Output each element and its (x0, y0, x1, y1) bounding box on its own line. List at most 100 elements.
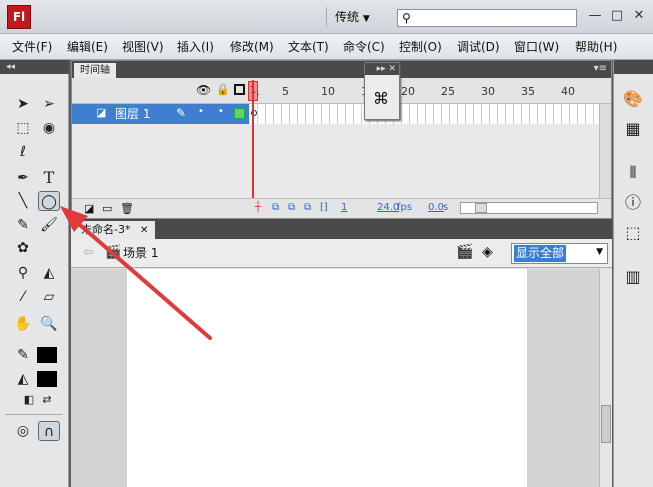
current-frame-value[interactable]: 1 (341, 202, 347, 213)
time-unit: s (443, 202, 449, 213)
stage-canvas[interactable] (127, 269, 527, 487)
minimize-button[interactable]: — (586, 7, 604, 25)
maximize-button[interactable]: □ (608, 7, 626, 25)
brush-tool-icon[interactable]: 🖌 (38, 215, 60, 235)
stage-area[interactable] (71, 269, 599, 487)
workspace-switcher[interactable]: 传统 ▼ (326, 7, 386, 27)
visibility-dot[interactable]: • (198, 106, 204, 117)
menu-help[interactable]: 帮助(H) (575, 34, 617, 60)
paint-bucket-tool-icon[interactable]: ◭ (38, 263, 60, 283)
edit-multiple-icon[interactable]: ⧉ (304, 202, 311, 213)
right-panel-strip: 🎨 ▦ ⫴ ⓘ ⬚ ▥ (613, 60, 653, 487)
back-arrow-icon[interactable]: ⇦ (83, 245, 94, 260)
search-input[interactable]: ⚲ (397, 9, 577, 27)
transform-icon[interactable]: ⬚ (621, 222, 645, 244)
document-tab-bar: 未命名-3* ✕ (71, 219, 612, 239)
menu-view[interactable]: 视图(V) (122, 34, 164, 60)
lock-dot[interactable]: • (218, 106, 224, 117)
tab-timeline[interactable]: 时间轴 (74, 63, 116, 78)
floating-panel-header[interactable]: ▸▸ ✕ (365, 63, 399, 75)
zoom-tool-icon[interactable]: 🔍 (38, 314, 60, 334)
tools-panel-header[interactable]: ◂◂ (0, 60, 69, 74)
onion-markers-icon[interactable]: ⁅⁆ (320, 202, 328, 213)
scroll-thumb[interactable] (475, 203, 487, 213)
onion-outline-icon[interactable]: ⧉ (288, 202, 295, 213)
onion-skin-icon[interactable]: ⧉ (272, 202, 279, 213)
menu-control[interactable]: 控制(O) (399, 34, 442, 60)
lasso-tool-icon[interactable]: ℓ (12, 142, 34, 162)
tools-divider (5, 414, 63, 415)
center-frame-icon[interactable]: ┼ (255, 202, 261, 213)
outline-icon[interactable] (234, 84, 245, 95)
menu-debug[interactable]: 调试(D) (457, 34, 500, 60)
fps-value[interactable]: 24.0 (377, 202, 399, 213)
menu-edit[interactable]: 编辑(E) (67, 34, 108, 60)
library-icon[interactable]: ▥ (621, 266, 645, 288)
new-layer-icon[interactable]: ◪ (84, 202, 94, 215)
frame-cells[interactable] (250, 104, 600, 124)
object-drawing-icon[interactable]: ◎ (12, 421, 34, 441)
pencil-icon: ✎ (176, 106, 187, 120)
frame-number: 40 (561, 85, 575, 98)
free-transform-tool-icon[interactable]: ⬚ (12, 118, 34, 138)
right-panel-header[interactable] (614, 60, 653, 74)
document-tab[interactable]: 未命名-3* ✕ (71, 221, 155, 239)
eye-icon[interactable]: 👁 (196, 83, 211, 97)
scroll-thumb[interactable] (601, 405, 611, 443)
menu-modify[interactable]: 修改(M) (230, 34, 274, 60)
lock-icon[interactable]: 🔒 (216, 83, 230, 96)
color-palette-icon[interactable]: 🎨 (621, 88, 645, 110)
3d-rotation-tool-icon[interactable]: ◉ (38, 118, 60, 138)
delete-icon[interactable]: 🗑 (120, 202, 134, 215)
snap-to-objects-icon[interactable]: ∩ (38, 421, 60, 441)
panel-menu-icon[interactable]: ▾≡ (594, 63, 607, 74)
align-icon[interactable]: ⫴ (621, 162, 645, 184)
time-value[interactable]: 0.0 (428, 202, 444, 213)
timeline-tab-bar: 时间轴 ▾≡ (72, 61, 611, 78)
edit-scene-icon[interactable]: 🎬 (456, 244, 473, 260)
menu-window[interactable]: 窗口(W) (514, 34, 559, 60)
frame-number: 10 (321, 85, 335, 98)
timeline-footer: ◪ ▭ 🗑 ┼ ⧉ ⧉ ⧉ ⁅⁆ 1 24.0 fps 0.0 s (72, 198, 611, 218)
scene-label[interactable]: 场景 1 (123, 239, 158, 268)
new-folder-icon[interactable]: ▭ (102, 202, 112, 215)
subselection-tool-icon[interactable]: ➢ (38, 94, 60, 114)
info-icon[interactable]: ⓘ (621, 192, 645, 214)
motion-presets-icon[interactable]: ⌘ (373, 89, 389, 108)
fill-color-swatch[interactable] (37, 371, 57, 387)
oval-tool-icon[interactable]: ◯ (38, 191, 60, 211)
stroke-color-swatch[interactable] (37, 347, 57, 363)
tools-panel: ◂◂ ➤ ➢ ⬚ ◉ ℓ ✒ T ╲ ◯ ✎ 🖌 ✿ ⚲ ◭ ⁄ ▱ ✋ 🔍 ✎… (0, 60, 69, 487)
line-tool-icon[interactable]: ╲ (12, 191, 34, 211)
close-icon[interactable]: ✕ (140, 225, 148, 236)
fill-color-bucket-icon: ◭ (17, 371, 29, 387)
eyedropper-tool-icon[interactable]: ⁄ (12, 287, 34, 307)
close-button[interactable]: ✕ (630, 7, 648, 25)
swap-colors-icon[interactable]: ⇄ (36, 390, 58, 410)
document-vertical-scrollbar[interactable] (599, 269, 612, 487)
zoom-value: 显示全部 (514, 245, 567, 262)
timeline-horizontal-scrollbar[interactable] (460, 202, 598, 214)
search-icon: ⚲ (402, 11, 411, 25)
swatches-icon[interactable]: ▦ (621, 118, 645, 140)
edit-symbols-icon[interactable]: ◈ (482, 244, 493, 260)
deco-tool-icon[interactable]: ✿ (12, 238, 34, 258)
zoom-select[interactable]: 显示全部 ▼ (511, 243, 608, 264)
timeline-vertical-scrollbar[interactable] (599, 104, 611, 198)
layer-outline-color[interactable] (234, 108, 245, 119)
frame-number: 35 (521, 85, 535, 98)
layer-row[interactable]: ◪ 图层 1 ✎ • • (72, 104, 249, 124)
floating-panel: ▸▸ ✕ ⌘ (364, 62, 400, 120)
bone-tool-icon[interactable]: ⚲ (12, 263, 34, 283)
menu-insert[interactable]: 插入(I) (177, 34, 214, 60)
menu-text[interactable]: 文本(T) (288, 34, 329, 60)
selection-tool-icon[interactable]: ➤ (12, 94, 34, 114)
menu-file[interactable]: 文件(F) (12, 34, 52, 60)
pencil-tool-icon[interactable]: ✎ (12, 215, 34, 235)
text-tool-icon[interactable]: T (38, 168, 60, 188)
hand-tool-icon[interactable]: ✋ (12, 314, 34, 334)
pen-tool-icon[interactable]: ✒ (12, 168, 34, 188)
menu-command[interactable]: 命令(C) (343, 34, 385, 60)
eraser-tool-icon[interactable]: ▱ (38, 287, 60, 307)
title-bar: Fl 传统 ▼ ⚲ — □ ✕ (0, 0, 653, 34)
